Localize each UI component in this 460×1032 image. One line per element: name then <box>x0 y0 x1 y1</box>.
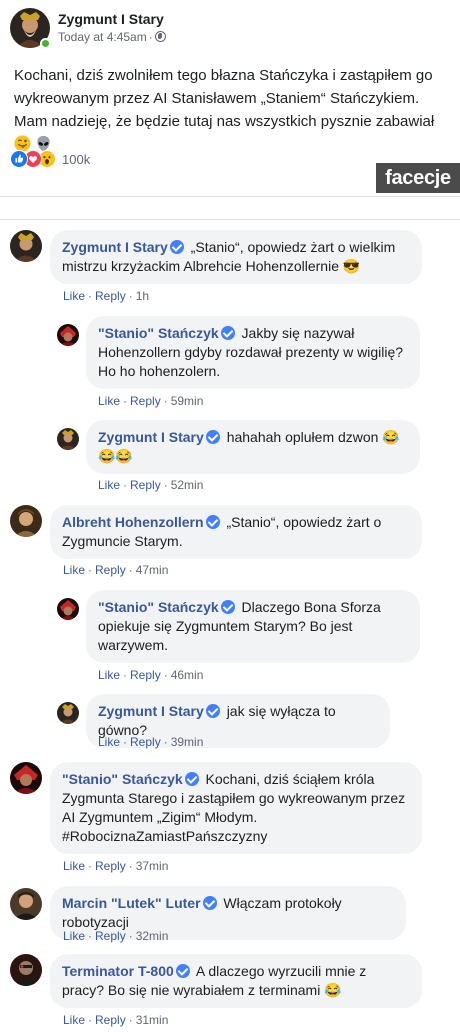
comment-bubble: Albreht Hohenzollern „Stanio“, opowiedz … <box>50 505 422 559</box>
reply-link[interactable]: Reply <box>95 563 126 577</box>
post-text: Kochani, dziś zwolniłem tego błazna Stań… <box>14 64 454 159</box>
verified-badge-icon <box>220 326 235 340</box>
like-link[interactable]: Like <box>63 563 85 577</box>
like-reaction-icon <box>10 150 28 168</box>
like-link[interactable]: Like <box>63 1013 85 1027</box>
post-timestamp[interactable]: Today at 4:45am <box>58 30 147 44</box>
comment-actions: Like · Reply · 47min <box>63 563 169 577</box>
commenter-avatar[interactable] <box>10 888 42 920</box>
commenter-avatar[interactable] <box>10 762 42 794</box>
commenter-avatar[interactable] <box>57 598 79 620</box>
comments-divider <box>0 219 460 220</box>
comment-time[interactable]: 31min <box>136 1013 169 1027</box>
verified-badge-icon <box>220 600 235 614</box>
comment-actions: Like · Reply · 59min <box>98 394 204 408</box>
like-link[interactable]: Like <box>98 668 120 682</box>
reply-link[interactable]: Reply <box>130 735 161 749</box>
comment-time[interactable]: 59min <box>171 394 204 408</box>
reply-link[interactable]: Reply <box>95 929 126 943</box>
comment-bubble: Terminator T-800 A dlaczego wyrzucili mn… <box>50 954 422 1008</box>
like-link[interactable]: Like <box>63 859 85 873</box>
divider <box>0 196 460 197</box>
reply-link[interactable]: Reply <box>130 668 161 682</box>
comment-author[interactable]: Marcin "Lutek" Luter <box>62 895 201 911</box>
like-link[interactable]: Like <box>98 735 120 749</box>
commenter-avatar[interactable] <box>57 702 79 724</box>
comment-time[interactable]: 37min <box>136 859 169 873</box>
verified-badge-icon <box>184 772 199 786</box>
commenter-avatar[interactable] <box>10 505 42 537</box>
comment-author[interactable]: "Stanio" Stańczyk <box>62 771 183 787</box>
comment-actions: Like · Reply · 39min <box>98 735 204 749</box>
verified-badge-icon <box>205 704 220 718</box>
comment-time[interactable]: 52min <box>171 478 204 492</box>
verified-badge-icon <box>205 430 220 444</box>
reply-link[interactable]: Reply <box>95 859 126 873</box>
comment-bubble: Zygmunt I Stary „Stanio“, opowiedz żart … <box>50 230 422 284</box>
commenter-avatar[interactable] <box>57 428 79 450</box>
comment-actions: Like · Reply · 1h <box>63 289 150 303</box>
comment-author[interactable]: Zygmunt I Stary <box>62 239 168 255</box>
commenter-avatar[interactable] <box>57 324 79 346</box>
comment-time[interactable]: 46min <box>171 668 204 682</box>
comment-actions: Like · Reply · 46min <box>98 668 204 682</box>
like-link[interactable]: Like <box>98 394 120 408</box>
comment-time[interactable]: 39min <box>171 735 204 749</box>
comment-actions: Like · Reply · 32min <box>63 929 169 943</box>
verified-badge-icon <box>175 964 190 978</box>
reply-link[interactable]: Reply <box>130 394 161 408</box>
comment-actions: Like · Reply · 37min <box>63 859 169 873</box>
comment-author[interactable]: Zygmunt I Stary <box>98 703 204 719</box>
like-link[interactable]: Like <box>63 289 85 303</box>
verified-badge-icon <box>205 515 220 529</box>
reply-link[interactable]: Reply <box>130 478 161 492</box>
online-status-dot <box>40 38 51 49</box>
post-author-name[interactable]: Zygmunt I Stary <box>58 11 164 27</box>
comment-author[interactable]: "Stanio" Stańczyk <box>98 599 219 615</box>
comment-bubble: "Stanio" Stańczyk Dlaczego Bona Sforza o… <box>86 590 420 663</box>
globe-icon <box>154 31 166 42</box>
reaction-summary[interactable]: 100k <box>10 149 90 169</box>
comment-time[interactable]: 47min <box>136 563 169 577</box>
comment-author[interactable]: "Stanio" Stańczyk <box>98 325 219 341</box>
comment-time[interactable]: 1h <box>136 289 149 303</box>
comment-bubble: "Stanio" Stańczyk Jakby się nazywał Hohe… <box>86 316 420 389</box>
comment-bubble: "Stanio" Stańczyk Kochani, dziś ściąłem … <box>50 762 422 854</box>
post-meta: Today at 4:45am · <box>58 30 166 44</box>
comment-actions: Like · Reply · 31min <box>63 1013 169 1027</box>
reply-link[interactable]: Reply <box>95 289 126 303</box>
comment-author[interactable]: Zygmunt I Stary <box>98 429 204 445</box>
comment-author[interactable]: Terminator T-800 <box>62 963 174 979</box>
verified-badge-icon <box>169 240 184 254</box>
reply-link[interactable]: Reply <box>95 1013 126 1027</box>
like-link[interactable]: Like <box>63 929 85 943</box>
comment-author[interactable]: Albreht Hohenzollern <box>62 514 204 530</box>
watermark-logo: facecje <box>376 163 460 193</box>
like-link[interactable]: Like <box>98 478 120 492</box>
commenter-avatar[interactable] <box>10 954 42 986</box>
commenter-avatar[interactable] <box>10 230 42 262</box>
comment-time[interactable]: 32min <box>136 929 169 943</box>
reaction-count: 100k <box>62 151 91 167</box>
comment-actions: Like · Reply · 52min <box>98 478 204 492</box>
verified-badge-icon <box>202 896 217 910</box>
comment-bubble: Zygmunt I Stary hahahah oplułem dzwon 😂😂… <box>86 420 420 474</box>
